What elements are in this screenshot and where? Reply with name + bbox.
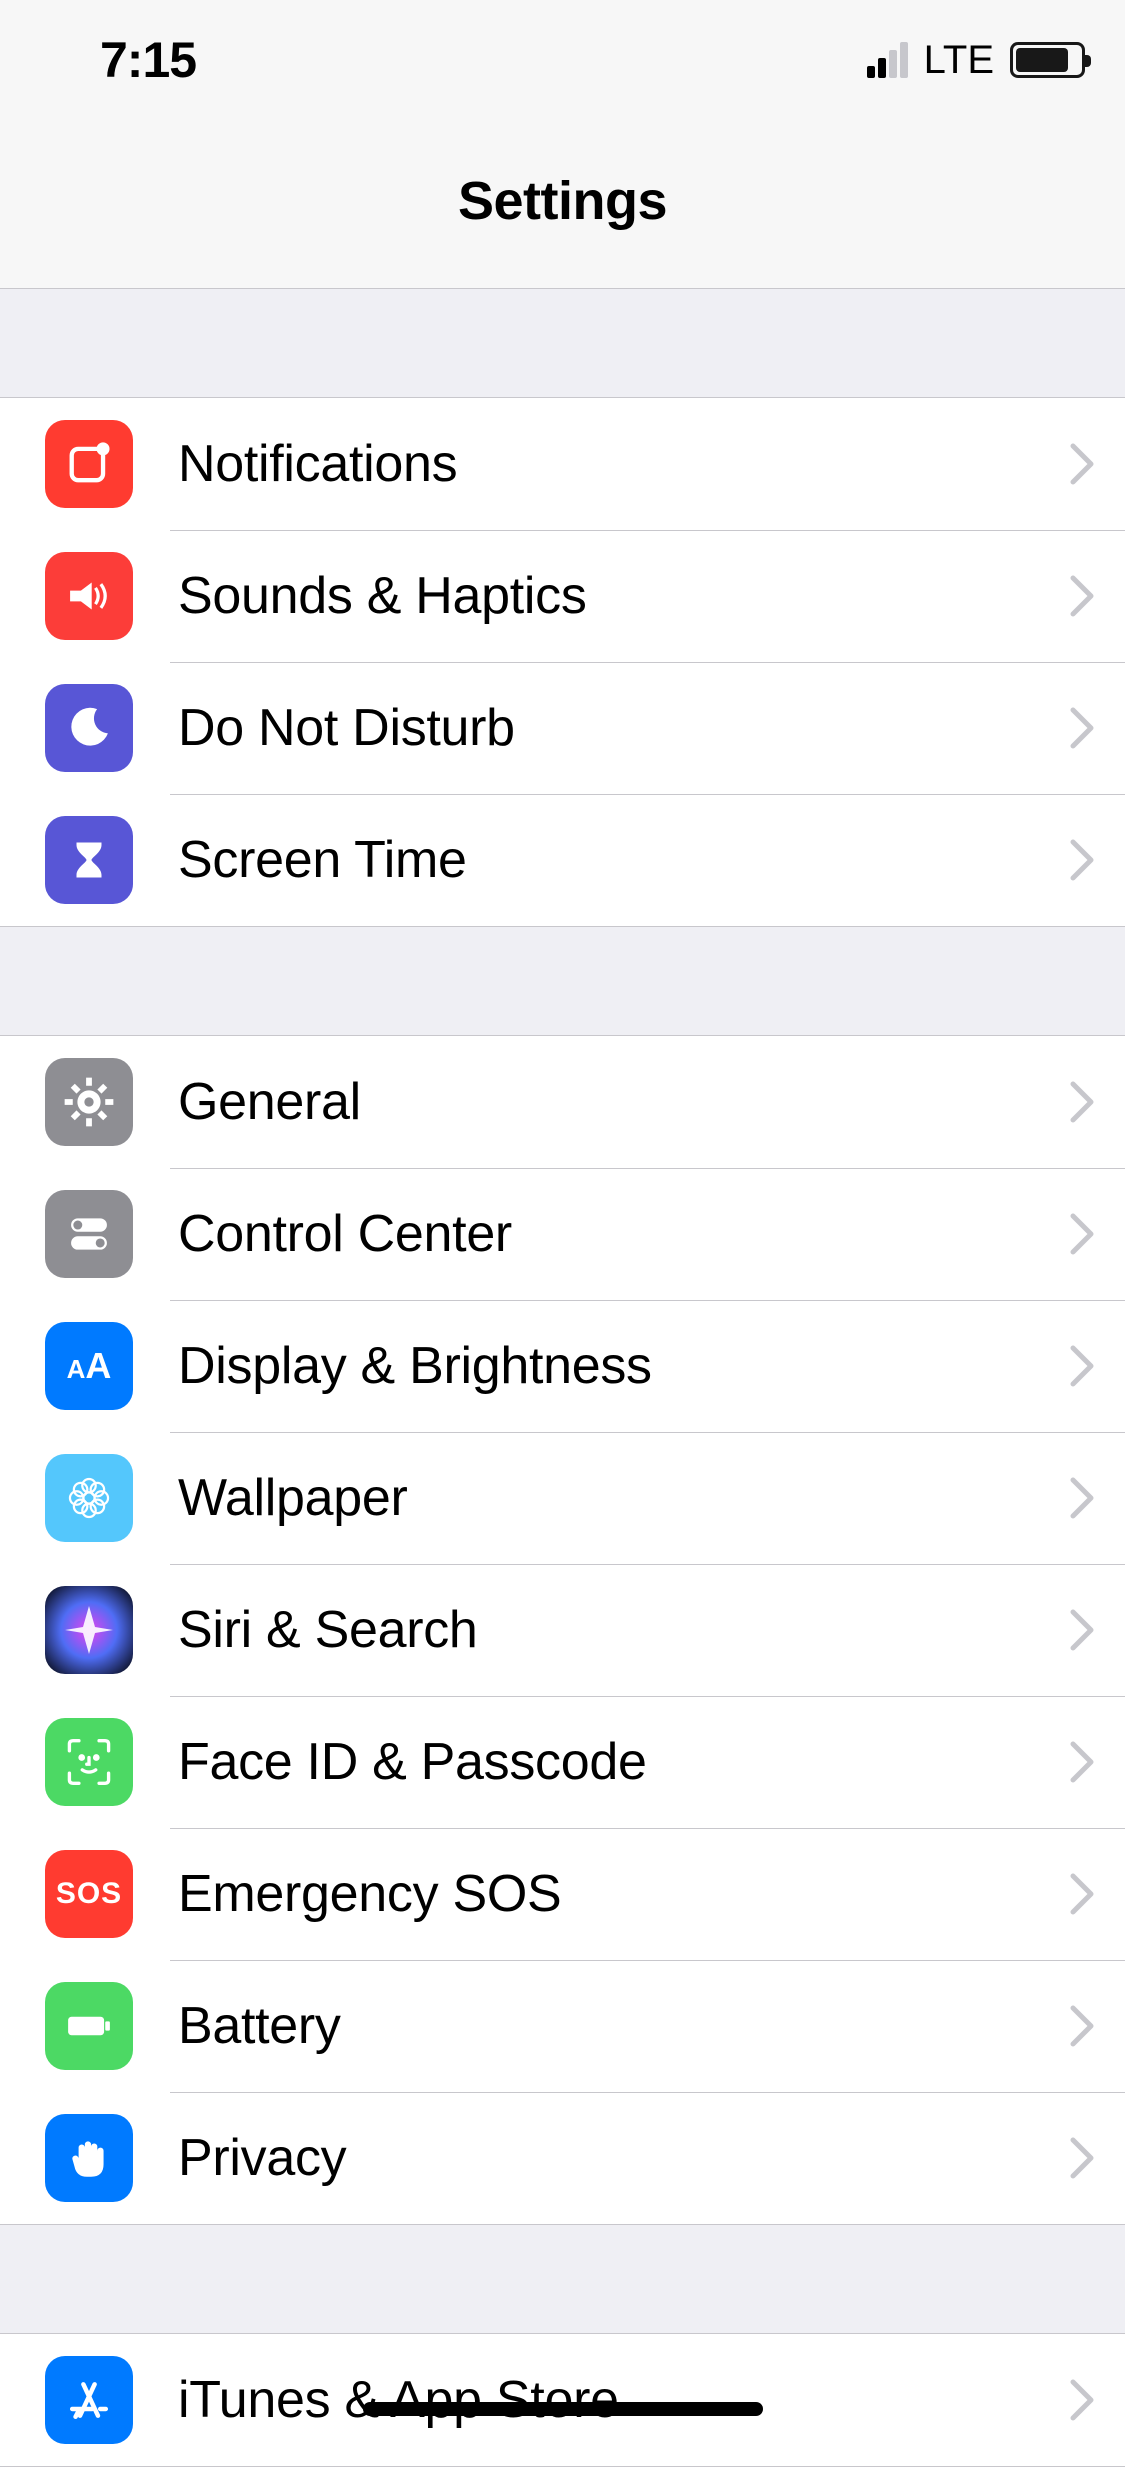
sos-icon: SOS	[45, 1850, 133, 1938]
page-title: Settings	[0, 170, 1125, 232]
chevron-right-icon	[1069, 1740, 1095, 1784]
network-label: LTE	[924, 38, 994, 83]
chevron-right-icon	[1069, 442, 1095, 486]
faceid-icon	[45, 1718, 133, 1806]
settings-row-battery[interactable]: Battery	[0, 1960, 1125, 2092]
settings-section: General Control Center AA Display & Brightn…	[0, 1035, 1125, 2225]
battery-icon	[1010, 42, 1085, 78]
row-label: Privacy	[178, 2128, 1069, 2188]
row-label: iTunes & App Store	[178, 2370, 1069, 2430]
section-gap	[0, 927, 1125, 1035]
appstore-icon	[45, 2356, 133, 2444]
aa-icon: AA	[45, 1322, 133, 1410]
settings-row-dnd[interactable]: Do Not Disturb	[0, 662, 1125, 794]
chevron-right-icon	[1069, 574, 1095, 618]
row-label: Battery	[178, 1996, 1069, 2056]
moon-icon	[45, 684, 133, 772]
settings-row-wallpaper[interactable]: Wallpaper	[0, 1432, 1125, 1564]
settings-row-appstore[interactable]: iTunes & App Store	[0, 2334, 1125, 2466]
section-gap	[0, 289, 1125, 397]
status-bar: 7:15 LTE	[0, 0, 1125, 130]
chevron-right-icon	[1069, 1080, 1095, 1124]
row-label: Notifications	[178, 434, 1069, 494]
row-label: Wallpaper	[178, 1468, 1069, 1528]
row-label: Sounds & Haptics	[178, 566, 1069, 626]
settings-row-display[interactable]: AA Display & Brightness	[0, 1300, 1125, 1432]
hourglass-icon	[45, 816, 133, 904]
settings-row-faceid[interactable]: Face ID & Passcode	[0, 1696, 1125, 1828]
home-indicator[interactable]	[363, 2402, 763, 2416]
speaker-icon	[45, 552, 133, 640]
notifications-icon	[45, 420, 133, 508]
chevron-right-icon	[1069, 2378, 1095, 2422]
chevron-right-icon	[1069, 1872, 1095, 1916]
toggles-icon	[45, 1190, 133, 1278]
settings-row-screentime[interactable]: Screen Time	[0, 794, 1125, 926]
settings-section: Notifications Sounds & Haptics Do Not Dist…	[0, 397, 1125, 927]
chevron-right-icon	[1069, 2136, 1095, 2180]
chevron-right-icon	[1069, 1212, 1095, 1256]
settings-row-privacy[interactable]: Privacy	[0, 2092, 1125, 2224]
row-label: Display & Brightness	[178, 1336, 1069, 1396]
hand-icon	[45, 2114, 133, 2202]
battery-icon	[45, 1982, 133, 2070]
settings-row-notifications[interactable]: Notifications	[0, 398, 1125, 530]
row-label: Siri & Search	[178, 1600, 1069, 1660]
settings-row-general[interactable]: General	[0, 1036, 1125, 1168]
row-label: Screen Time	[178, 830, 1069, 890]
chevron-right-icon	[1069, 838, 1095, 882]
row-label: Do Not Disturb	[178, 698, 1069, 758]
settings-section: iTunes & App Store	[0, 2333, 1125, 2467]
chevron-right-icon	[1069, 2004, 1095, 2048]
row-label: Face ID & Passcode	[178, 1732, 1069, 1792]
row-label: Control Center	[178, 1204, 1069, 1264]
status-time: 7:15	[100, 31, 196, 89]
row-label: General	[178, 1072, 1069, 1132]
section-gap	[0, 2225, 1125, 2333]
status-right: LTE	[867, 38, 1085, 83]
flower-icon	[45, 1454, 133, 1542]
settings-row-controlcenter[interactable]: Control Center	[0, 1168, 1125, 1300]
cellular-signal-icon	[867, 42, 908, 78]
settings-row-siri[interactable]: Siri & Search	[0, 1564, 1125, 1696]
settings-row-sounds[interactable]: Sounds & Haptics	[0, 530, 1125, 662]
nav-header: Settings	[0, 130, 1125, 289]
chevron-right-icon	[1069, 1344, 1095, 1388]
chevron-right-icon	[1069, 1608, 1095, 1652]
row-label: Emergency SOS	[178, 1864, 1069, 1924]
chevron-right-icon	[1069, 706, 1095, 750]
gear-icon	[45, 1058, 133, 1146]
siri-icon	[45, 1586, 133, 1674]
chevron-right-icon	[1069, 1476, 1095, 1520]
settings-row-sos[interactable]: SOS Emergency SOS	[0, 1828, 1125, 1960]
